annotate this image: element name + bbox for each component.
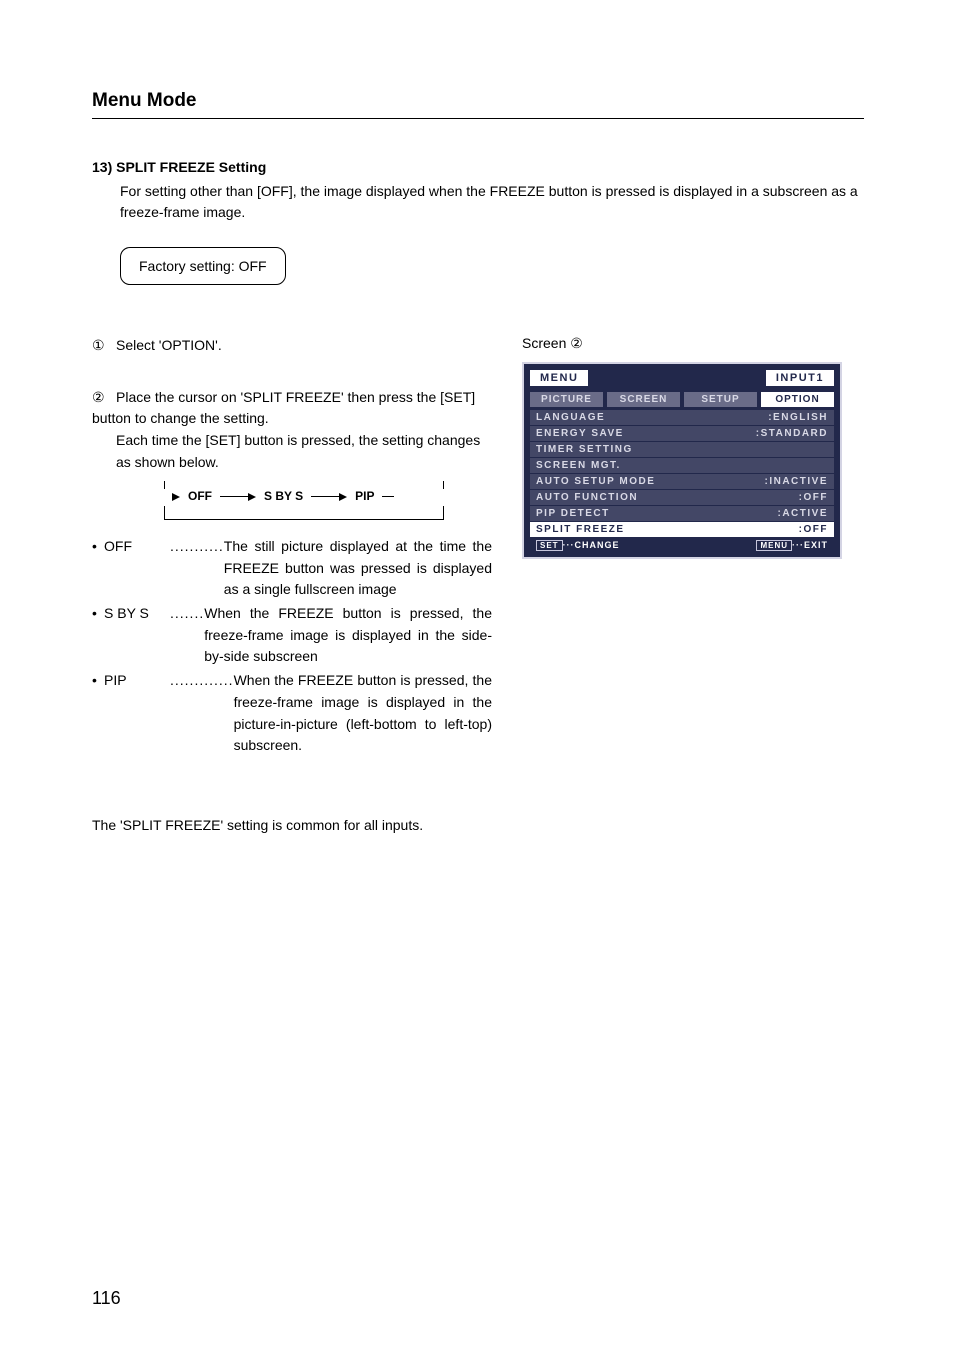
bullet-desc: The still picture displayed at the time …	[224, 536, 492, 601]
bullet-item: •PIP ............. When the FREEZE butto…	[92, 670, 492, 757]
osd-row: TIMER SETTING	[530, 442, 834, 457]
step-1: ①Select 'OPTION'.	[92, 335, 492, 357]
osd-change-text: ···CHANGE	[563, 540, 620, 550]
osd-tab-screen: SCREEN	[607, 392, 680, 407]
cycle-sbys: S BY S	[264, 487, 303, 506]
bullet-desc: When the FREEZE button is pressed, the f…	[204, 603, 492, 668]
osd-menu-title: MENU	[530, 370, 588, 386]
osd-row: SPLIT FREEZE :OFF	[530, 522, 834, 537]
osd-footer: SET···CHANGE MENU···EXIT	[530, 538, 834, 551]
bullet-term: S BY S	[104, 603, 170, 668]
osd-tab-option: OPTION	[761, 392, 834, 407]
screen-label-prefix: Screen	[522, 335, 570, 351]
page-title: Menu Mode	[92, 90, 864, 119]
arrow-right-icon	[172, 493, 180, 501]
osd-rows: LANGUAGE:ENGLISHENERGY SAVE:STANDARDTIME…	[530, 410, 834, 537]
osd-row: SCREEN MGT.	[530, 458, 834, 473]
screen-label-num: ②	[570, 335, 583, 351]
osd-row-value: :OFF	[799, 524, 828, 535]
section-heading: 13) SPLIT FREEZE Setting	[92, 159, 864, 175]
bullet-marker: •	[92, 670, 104, 757]
left-column: ①Select 'OPTION'. ②Place the cursor on '…	[92, 335, 492, 833]
osd-input-badge: INPUT1	[766, 370, 834, 386]
bullet-desc: When the FREEZE button is pressed, the f…	[234, 670, 492, 757]
osd-row-key: AUTO FUNCTION	[536, 492, 799, 503]
osd-row-key: ENERGY SAVE	[536, 428, 756, 439]
page-number: 116	[92, 1288, 121, 1309]
osd-row: AUTO SETUP MODE:INACTIVE	[530, 474, 834, 489]
osd-menu-button-label: MENU	[756, 540, 792, 551]
osd-menu: MENU INPUT1 PICTURE SCREEN SETUP OPTION LAN…	[522, 362, 842, 559]
bullet-dots: .......	[170, 603, 204, 668]
osd-tab-setup: SETUP	[684, 392, 757, 407]
step-1-text: Select 'OPTION'.	[116, 337, 222, 353]
bullet-item: •S BY S ....... When the FREEZE button i…	[92, 603, 492, 668]
right-column: Screen ② MENU INPUT1 PICTURE SCREEN SETUP O…	[522, 335, 842, 559]
bullet-list: •OFF ........... The still picture displ…	[92, 536, 492, 757]
section-intro: For setting other than [OFF], the image …	[92, 181, 864, 223]
step-2-marker: ②	[92, 387, 116, 409]
osd-row-value: :STANDARD	[756, 428, 828, 439]
bullet-marker: •	[92, 603, 104, 668]
bullet-term: PIP	[104, 670, 170, 757]
osd-row-value: :INACTIVE	[765, 476, 829, 487]
screen-label: Screen ②	[522, 335, 842, 352]
bullet-term: OFF	[104, 536, 170, 601]
osd-row-key: AUTO SETUP MODE	[536, 476, 765, 487]
step-1-marker: ①	[92, 335, 116, 357]
osd-row-key: PIP DETECT	[536, 508, 778, 519]
step-2-text-b: Each time the [SET] button is pressed, t…	[92, 430, 492, 473]
cycle-off: OFF	[188, 487, 212, 506]
osd-row: AUTO FUNCTION:OFF	[530, 490, 834, 505]
osd-row: PIP DETECT:ACTIVE	[530, 506, 834, 521]
common-note: The 'SPLIT FREEZE' setting is common for…	[92, 817, 492, 833]
osd-row-key: SCREEN MGT.	[536, 460, 828, 471]
osd-tab-picture: PICTURE	[530, 392, 603, 407]
arrow-right-icon	[248, 493, 256, 501]
cycle-pip: PIP	[355, 487, 374, 506]
osd-set-button-label: SET	[536, 540, 563, 551]
osd-row-key: LANGUAGE	[536, 412, 768, 423]
osd-row-key: SPLIT FREEZE	[536, 524, 799, 535]
step-2-text-a: Place the cursor on 'SPLIT FREEZE' then …	[92, 389, 475, 427]
bullet-marker: •	[92, 536, 104, 601]
bullet-item: •OFF ........... The still picture displ…	[92, 536, 492, 601]
osd-exit-text: ···EXIT	[792, 540, 828, 550]
osd-row-key: TIMER SETTING	[536, 444, 828, 455]
osd-row-value: :ACTIVE	[778, 508, 829, 519]
factory-setting-box: Factory setting: OFF	[120, 247, 286, 285]
osd-row: LANGUAGE:ENGLISH	[530, 410, 834, 425]
osd-tabs: PICTURE SCREEN SETUP OPTION	[530, 392, 834, 407]
osd-row-value: :ENGLISH	[768, 412, 828, 423]
arrow-right-icon	[339, 493, 347, 501]
bullet-dots: .............	[170, 670, 234, 757]
cycle-diagram: OFF S BY S PIP	[152, 481, 492, 520]
bullet-dots: ...........	[170, 536, 224, 601]
osd-row: ENERGY SAVE:STANDARD	[530, 426, 834, 441]
step-2: ②Place the cursor on 'SPLIT FREEZE' then…	[92, 387, 492, 757]
osd-row-value: :OFF	[799, 492, 828, 503]
